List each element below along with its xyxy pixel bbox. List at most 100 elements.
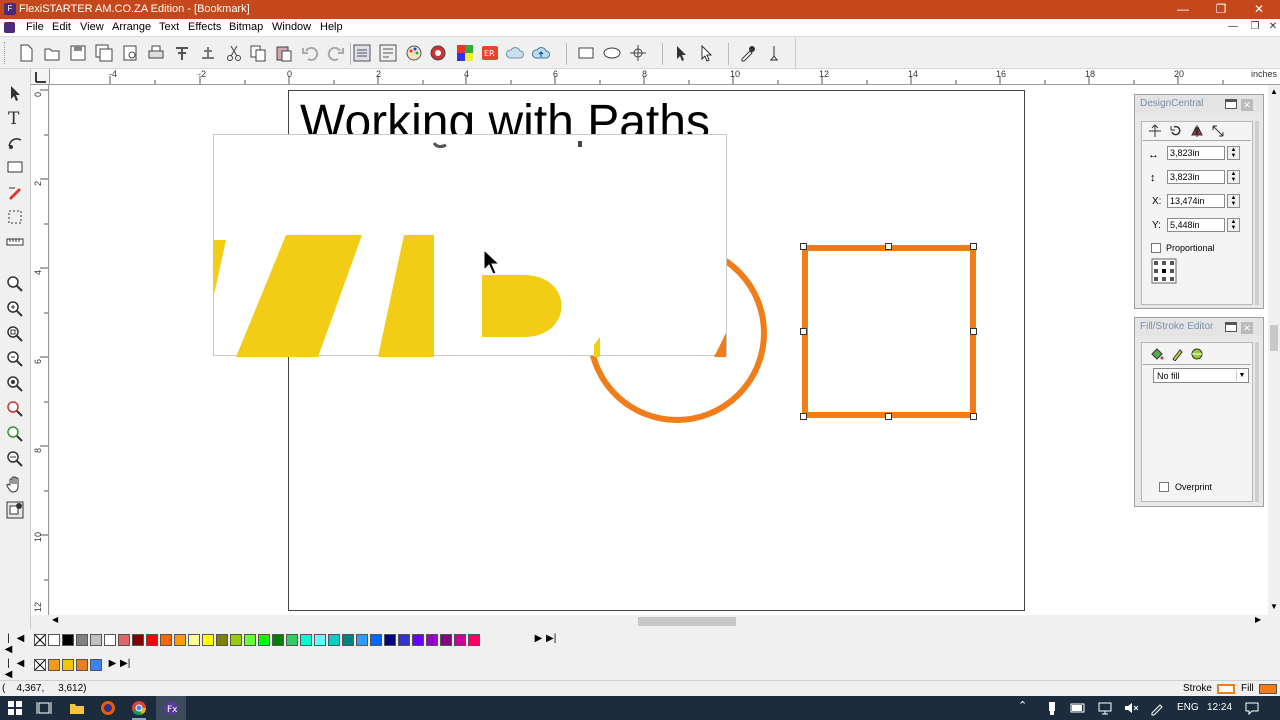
cloud-upload-icon[interactable]: [531, 43, 551, 63]
color-swatch[interactable]: [244, 634, 256, 646]
mdi-restore-icon[interactable]: ❐: [1248, 21, 1262, 35]
stroke-color-swatch[interactable]: [1217, 684, 1235, 694]
color-swatch[interactable]: [398, 634, 410, 646]
color-swatch[interactable]: [76, 634, 88, 646]
scissors-cut-icon[interactable]: [224, 43, 244, 63]
save-icon[interactable]: [68, 43, 88, 63]
color-swatch[interactable]: [300, 634, 312, 646]
hand-pan-icon[interactable]: [5, 474, 25, 494]
menu-text[interactable]: Text: [159, 21, 179, 33]
selection-handle[interactable]: [885, 243, 892, 250]
width-field[interactable]: 3,823in: [1167, 146, 1225, 160]
pen-tool-icon[interactable]: [5, 182, 25, 202]
color-swatch[interactable]: [48, 634, 60, 646]
rectangle-tool-icon[interactable]: [576, 43, 596, 63]
panel-scrollbar[interactable]: [1255, 342, 1259, 502]
zoom-page-icon[interactable]: [5, 324, 25, 344]
flexi-app-icon[interactable]: Fx: [163, 700, 179, 716]
color-swatch[interactable]: [188, 634, 200, 646]
mdi-minimize-icon[interactable]: —: [1226, 21, 1240, 35]
chrome-icon[interactable]: [131, 700, 147, 716]
rotate-tab-icon[interactable]: [1169, 124, 1183, 138]
menu-window[interactable]: Window: [272, 21, 311, 33]
task-view-icon[interactable]: [36, 700, 52, 716]
color-swatch[interactable]: [356, 634, 368, 646]
file-explorer-icon[interactable]: [69, 700, 85, 716]
text-tool-icon[interactable]: T: [5, 107, 25, 127]
crosshair-icon[interactable]: [628, 43, 648, 63]
zoom-out-icon[interactable]: [5, 349, 25, 369]
windows-start-icon[interactable]: [7, 700, 23, 716]
orange-square-shape[interactable]: [802, 245, 976, 418]
palette-prev-icon[interactable]: ◀: [16, 658, 25, 669]
print-icon[interactable]: [146, 43, 166, 63]
color-swatch[interactable]: [258, 634, 270, 646]
firefox-icon[interactable]: [100, 700, 116, 716]
horizontal-scrollbar[interactable]: ◀ ▶: [50, 615, 1268, 627]
document-color-swatch[interactable]: [90, 659, 102, 671]
selection-handle[interactable]: [800, 328, 807, 335]
fill-type-select[interactable]: No fill ▼: [1153, 368, 1249, 383]
effects-tab-icon[interactable]: [1190, 347, 1204, 361]
color-swatch[interactable]: [202, 634, 214, 646]
color-swatch[interactable]: [314, 634, 326, 646]
color-swatch[interactable]: [104, 634, 116, 646]
menu-effects[interactable]: Effects: [188, 21, 221, 33]
ellipse-tool-icon[interactable]: [602, 43, 622, 63]
network-icon[interactable]: [1097, 700, 1113, 716]
color-swatch[interactable]: [426, 634, 438, 646]
color-swatch[interactable]: [286, 634, 298, 646]
color-swatch[interactable]: [132, 634, 144, 646]
new-document-icon[interactable]: [16, 43, 36, 63]
restore-button[interactable]: ❐: [1202, 0, 1240, 19]
vertical-scrollbar[interactable]: ▲ ▼: [1268, 85, 1280, 615]
menu-edit[interactable]: Edit: [52, 21, 71, 33]
x-position-field[interactable]: 13,474in: [1167, 194, 1225, 208]
design-central-icon[interactable]: [352, 43, 372, 63]
color-swatch[interactable]: [272, 634, 284, 646]
document-color-swatch[interactable]: [76, 659, 88, 671]
color-swatch[interactable]: [118, 634, 130, 646]
tray-chevron-up-icon[interactable]: ⌃: [1018, 699, 1027, 712]
document-color-swatch[interactable]: [48, 659, 60, 671]
cut-to-plotter-icon[interactable]: [172, 43, 192, 63]
scroll-up-icon[interactable]: ▲: [1270, 87, 1278, 96]
action-center-icon[interactable]: [1244, 700, 1260, 716]
panel-minimize-icon[interactable]: [1225, 322, 1237, 332]
panel-close-icon[interactable]: ✕: [1241, 322, 1253, 334]
mdi-close-icon[interactable]: ✕: [1266, 21, 1280, 35]
scroll-left-icon[interactable]: ◀: [52, 615, 58, 624]
chevron-down-icon[interactable]: ▼: [1236, 370, 1247, 381]
palette-next-icon[interactable]: ▶: [108, 658, 117, 669]
pen-workspace-icon[interactable]: [1149, 700, 1165, 716]
zoom-selection-icon[interactable]: [5, 399, 25, 419]
job-manager-icon[interactable]: [378, 43, 398, 63]
color-swatch[interactable]: [230, 634, 242, 646]
clock[interactable]: 12:24: [1207, 702, 1232, 713]
rectangle-tool-icon[interactable]: [5, 157, 25, 177]
color-swatch[interactable]: [440, 634, 452, 646]
weld-tool-icon[interactable]: [764, 43, 784, 63]
menu-view[interactable]: View: [80, 21, 104, 33]
horizontal-ruler[interactable]: -4 -2 0 2 4 6 8 10 12 14 16 18 20 inches: [50, 69, 1280, 85]
undo-icon[interactable]: [300, 43, 320, 63]
selection-handle[interactable]: [970, 328, 977, 335]
color-swatch[interactable]: [146, 634, 158, 646]
stroke-pen-tab-icon[interactable]: [1170, 347, 1184, 361]
color-swatch[interactable]: [342, 634, 354, 646]
color-swatch[interactable]: [384, 634, 396, 646]
color-swatch[interactable]: [62, 634, 74, 646]
menu-arrange[interactable]: Arrange: [112, 21, 151, 33]
no-color-swatch[interactable]: [34, 634, 46, 646]
height-spinner[interactable]: ▲ ▼: [1227, 170, 1240, 184]
zoom-tool-icon[interactable]: [5, 274, 25, 294]
swatch-library-icon[interactable]: [428, 43, 448, 63]
ruler-origin[interactable]: [31, 69, 50, 85]
palette-prev-icon[interactable]: ◀: [16, 633, 25, 644]
y-spinner[interactable]: ▲ ▼: [1227, 218, 1240, 232]
vertical-ruler[interactable]: 0 2 4 6 8 10 12: [31, 85, 49, 615]
palette-last-icon[interactable]: ▶|: [546, 633, 556, 644]
zoom-previous-icon[interactable]: [5, 424, 25, 444]
volume-muted-icon[interactable]: [1123, 700, 1139, 716]
fill-tool-icon[interactable]: [5, 500, 25, 520]
